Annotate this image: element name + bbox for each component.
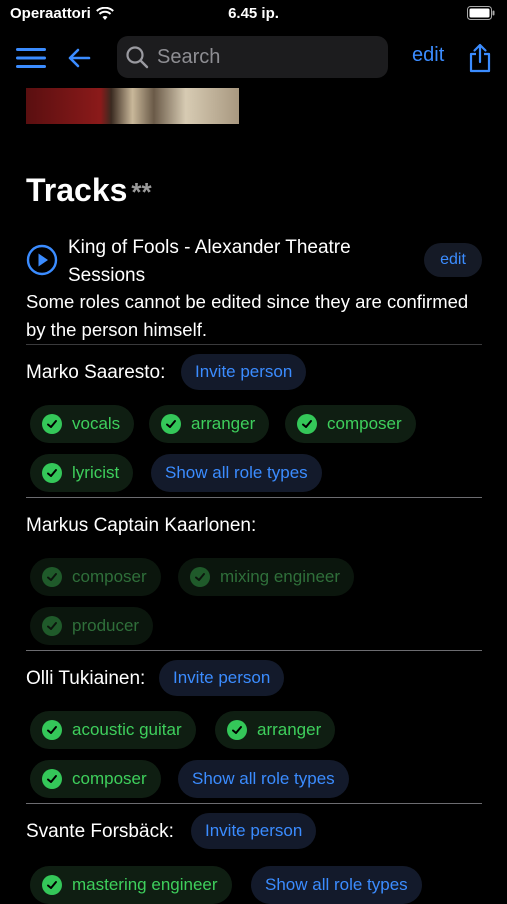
role-label: acoustic guitar [72, 720, 182, 739]
search-placeholder: Search [157, 45, 221, 68]
track-title[interactable]: King of Fools - Alexander Theatre Sessio… [68, 234, 418, 290]
tracks-stars: ** [131, 177, 152, 207]
checkmark-circle-icon [42, 769, 62, 789]
role-label: producer [72, 616, 140, 635]
role-chip-lyricist[interactable]: lyricist [30, 454, 134, 492]
track-edit-button[interactable]: edit [424, 243, 482, 277]
show-all-role-types-button[interactable]: Show all role types [178, 760, 349, 798]
menu-icon [16, 48, 46, 68]
role-label: lyricist [72, 463, 120, 482]
menu-button[interactable] [14, 44, 48, 72]
role-chip-mastering-engineer[interactable]: mastering engineer [30, 866, 232, 904]
checkmark-circle-icon [42, 463, 62, 483]
role-chip-arranger[interactable]: arranger [149, 405, 270, 443]
role-label: composer [72, 567, 147, 586]
status-time: 6.45 ip. [228, 5, 279, 22]
status-bar: Operaattori 6.45 ip. [0, 0, 507, 30]
battery-icon [467, 6, 495, 24]
checkmark-circle-icon [42, 875, 62, 895]
checkmark-circle-icon [42, 567, 62, 587]
play-button[interactable] [26, 244, 58, 281]
navigation-bar: Search edit [0, 30, 507, 86]
checkmark-circle-icon [161, 414, 181, 434]
role-label: composer [327, 414, 402, 433]
search-input[interactable]: Search [117, 36, 388, 78]
person-name: Svante Forsbäck: [26, 821, 174, 842]
divider [26, 803, 482, 804]
role-chip-composer: composer [30, 558, 161, 596]
invite-person-button[interactable]: Invite person [159, 660, 285, 696]
role-label: mastering engineer [72, 875, 218, 894]
checkmark-circle-icon [42, 720, 62, 740]
search-icon [126, 46, 149, 69]
back-arrow-icon [68, 48, 91, 68]
role-chip-composer[interactable]: composer [285, 405, 416, 443]
edit-notice: Some roles cannot be edited since they a… [26, 291, 469, 340]
role-label: arranger [191, 414, 256, 433]
show-all-role-types-button[interactable]: Show all role types [151, 454, 322, 492]
tracks-title: Tracks [26, 172, 128, 208]
album-cover-image [26, 88, 239, 124]
role-chip-arranger[interactable]: arranger [215, 711, 336, 749]
role-label: mixing engineer [220, 567, 341, 586]
show-all-role-types-button[interactable]: Show all role types [251, 866, 422, 904]
role-chip-vocals[interactable]: vocals [30, 405, 135, 443]
role-chip-mixing-engineer: mixing engineer [178, 558, 355, 596]
checkmark-circle-icon [42, 414, 62, 434]
share-button[interactable] [466, 42, 494, 74]
invite-person-button[interactable]: Invite person [181, 354, 307, 390]
role-chip-acoustic-guitar[interactable]: acoustic guitar [30, 711, 196, 749]
checkmark-circle-icon [42, 616, 62, 636]
checkmark-circle-icon [190, 567, 210, 587]
invite-person-button[interactable]: Invite person [191, 813, 317, 849]
role-label: arranger [257, 720, 322, 739]
nav-edit-button[interactable]: edit [412, 44, 444, 67]
person-name: Marko Saaresto: [26, 362, 166, 383]
divider [26, 497, 482, 498]
play-circle-icon [26, 244, 58, 276]
person-name: Olli Tukiainen: [26, 668, 146, 689]
role-chip-composer[interactable]: composer [30, 760, 161, 798]
person-name: Markus Captain Kaarlonen: [26, 515, 257, 536]
divider [26, 650, 482, 651]
divider [26, 344, 482, 345]
checkmark-circle-icon [227, 720, 247, 740]
role-label: vocals [72, 414, 121, 433]
track-row: King of Fools - Alexander Theatre Sessio… [26, 234, 482, 290]
role-label: composer [72, 769, 147, 788]
share-icon [469, 43, 491, 73]
checkmark-circle-icon [297, 414, 317, 434]
tracks-heading: Tracks ** [26, 172, 152, 209]
back-button[interactable] [64, 44, 94, 72]
role-chip-producer: producer [30, 607, 154, 645]
